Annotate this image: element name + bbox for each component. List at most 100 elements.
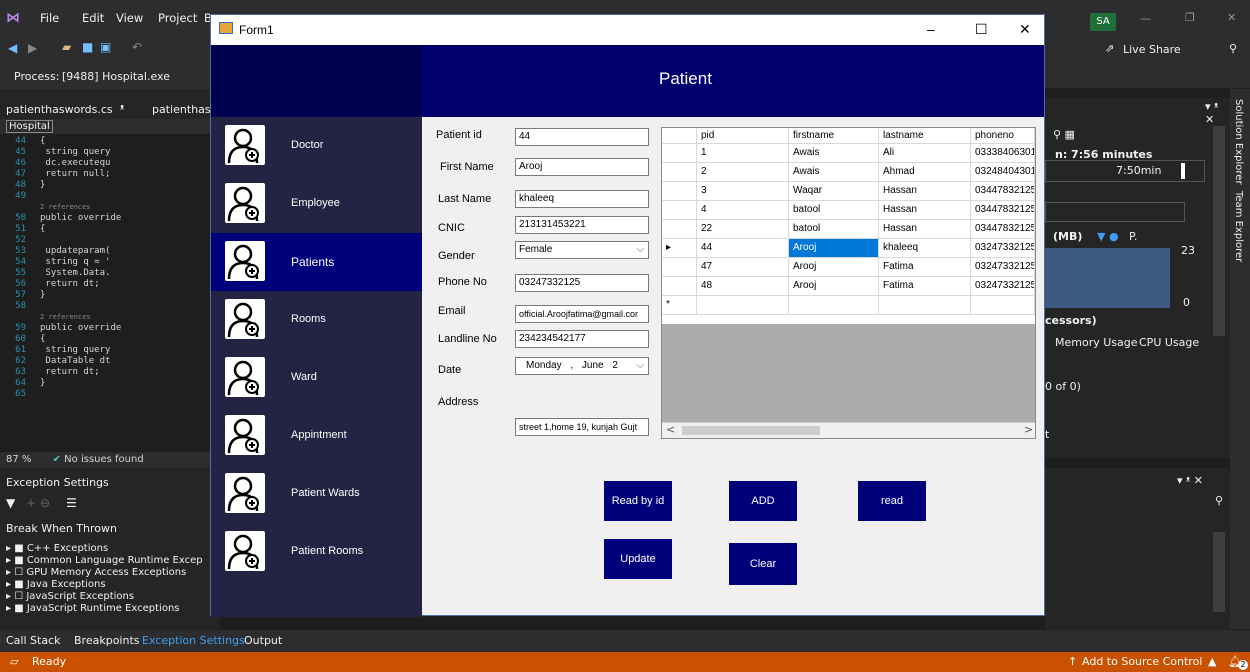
forward-icon[interactable]: ▶ bbox=[28, 41, 37, 55]
landline-input[interactable]: 234234542177 bbox=[515, 330, 649, 348]
grid-cell[interactable]: 03247332125 bbox=[971, 277, 1035, 296]
grid-row-header[interactable] bbox=[662, 220, 697, 239]
scroll-left-icon[interactable]: < bbox=[666, 423, 675, 436]
open-folder-icon[interactable]: ▰ bbox=[62, 40, 71, 54]
exception-item[interactable]: ▸ ■ Java Exceptions bbox=[6, 579, 216, 591]
pin-icon[interactable]: ᵜ bbox=[120, 102, 124, 115]
update-button[interactable]: Update bbox=[604, 539, 672, 579]
grid-cell[interactable]: Arooj bbox=[789, 239, 879, 258]
address-input[interactable]: street 1,home 19, kunjah Gujt bbox=[515, 418, 649, 436]
issues-status[interactable]: No issues found bbox=[64, 454, 144, 465]
project-node[interactable]: Hospital bbox=[6, 120, 53, 133]
grid-cell[interactable]: 3 bbox=[697, 182, 789, 201]
close-icon[interactable]: ✕ bbox=[1227, 11, 1236, 24]
grid-cell[interactable]: 03247332125 bbox=[971, 239, 1035, 258]
sidebar-item-rooms[interactable]: Rooms bbox=[211, 291, 422, 349]
grid-cell[interactable]: 22 bbox=[697, 220, 789, 239]
exception-checkbox-icon[interactable]: ▸ ■ bbox=[6, 603, 27, 614]
grid-cell[interactable]: 03447832125 bbox=[971, 182, 1035, 201]
grid-new-row-cell[interactable] bbox=[971, 296, 1035, 315]
timeline-bar[interactable]: 7:50min bbox=[1045, 160, 1205, 182]
tab-output[interactable]: Output bbox=[244, 634, 282, 647]
exception-checkbox-icon[interactable]: ▸ ■ bbox=[6, 555, 27, 566]
panel2-options-icon[interactable]: ▾ ᵜ ✕ bbox=[1177, 474, 1203, 487]
exception-checkbox-icon[interactable]: ▸ ■ bbox=[6, 579, 27, 590]
tab-cpu-usage[interactable]: CPU Usage bbox=[1139, 336, 1199, 349]
tab-call-stack[interactable]: Call Stack bbox=[6, 634, 60, 647]
menu-file[interactable]: File bbox=[40, 11, 59, 25]
team-explorer-tab[interactable]: Team Explorer bbox=[1233, 191, 1244, 262]
exception-checkbox-icon[interactable]: ▸ ☐ bbox=[6, 591, 26, 602]
restore-icon[interactable]: ❐ bbox=[1185, 11, 1195, 24]
last-name-input[interactable]: khaleeq bbox=[515, 190, 649, 208]
grid-cell[interactable]: Hassan bbox=[879, 220, 971, 239]
grid-cell[interactable]: Hassan bbox=[879, 201, 971, 220]
zoom-level[interactable]: 87 % bbox=[6, 454, 31, 465]
grid-cell[interactable]: 03248404301 bbox=[971, 163, 1035, 182]
exception-checkbox-icon[interactable]: ▸ ☐ bbox=[6, 567, 26, 578]
grid-new-row-header[interactable]: * bbox=[662, 296, 697, 315]
grid-column-header[interactable]: phoneno bbox=[971, 128, 1035, 144]
grid-row-header[interactable] bbox=[662, 258, 697, 277]
grid-cell[interactable]: 2 bbox=[697, 163, 789, 182]
form-minimize-icon[interactable]: – bbox=[927, 21, 935, 37]
back-icon[interactable]: ◀ bbox=[8, 41, 17, 55]
grid-new-row-cell[interactable] bbox=[789, 296, 879, 315]
grid-cell[interactable]: Fatima bbox=[879, 277, 971, 296]
diag-search-icon[interactable]: ⚲ ▦ bbox=[1053, 128, 1075, 141]
grid-cell[interactable]: 44 bbox=[697, 239, 789, 258]
exception-item[interactable]: ▸ ☐ JavaScript Exceptions bbox=[6, 591, 216, 603]
grid-row-header[interactable] bbox=[662, 277, 697, 296]
exception-item[interactable]: ▸ ■ C++ Exceptions bbox=[6, 543, 216, 555]
clear-button[interactable]: Clear bbox=[729, 543, 797, 585]
grid-cell[interactable]: Fatima bbox=[879, 258, 971, 277]
grid-cell[interactable]: Waqar bbox=[789, 182, 879, 201]
read-button[interactable]: read bbox=[858, 481, 926, 521]
grid-new-row-cell[interactable] bbox=[697, 296, 789, 315]
menu-view[interactable]: View bbox=[116, 11, 143, 25]
grid-cell[interactable]: 03247332125 bbox=[971, 258, 1035, 277]
grid-column-header[interactable]: lastname bbox=[879, 128, 971, 144]
exception-item[interactable]: ▸ ☐ GPU Memory Access Exceptions bbox=[6, 567, 216, 579]
grid-cell[interactable]: Arooj bbox=[789, 258, 879, 277]
exception-item[interactable]: ▸ ■ JavaScript Runtime Exceptions bbox=[6, 603, 216, 615]
sidebar-item-employee[interactable]: Employee bbox=[211, 175, 422, 233]
list-icon[interactable]: ☰ bbox=[66, 496, 77, 510]
add-icon[interactable]: + bbox=[26, 496, 36, 510]
sidebar-item-patients[interactable]: Patients bbox=[211, 233, 422, 291]
grid-cell[interactable]: Hassan bbox=[879, 182, 971, 201]
patients-grid[interactable]: pid firstname lastname phoneno 1 Awais Ali 0333… bbox=[661, 127, 1036, 439]
grid-cell[interactable]: 4 bbox=[697, 201, 789, 220]
grid-column-header[interactable]: pid bbox=[697, 128, 789, 144]
menu-edit[interactable]: Edit bbox=[82, 11, 104, 25]
grid-row-header[interactable] bbox=[662, 163, 697, 182]
cnic-input[interactable]: 213131453221 bbox=[515, 216, 649, 234]
grid-cell[interactable]: 03338406301 bbox=[971, 144, 1035, 163]
scroll-right-icon[interactable]: > bbox=[1024, 423, 1033, 436]
minimize-icon[interactable]: — bbox=[1140, 12, 1151, 25]
tab-exception-settings[interactable]: Exception Settings bbox=[142, 634, 245, 647]
panel2-scrollbar[interactable] bbox=[1213, 532, 1225, 612]
grid-cell[interactable]: Ahmad bbox=[879, 163, 971, 182]
solution-explorer-tab[interactable]: Solution Explorer bbox=[1233, 99, 1244, 185]
email-input[interactable]: official.Aroojfatima@gmail.cor bbox=[515, 305, 649, 323]
read-by-id-button[interactable]: Read by id bbox=[604, 481, 672, 521]
patient-id-input[interactable]: 44 bbox=[515, 128, 649, 146]
first-name-input[interactable]: Arooj bbox=[515, 158, 649, 176]
tab-breakpoints[interactable]: Breakpoints bbox=[74, 634, 140, 647]
form-close-icon[interactable]: ✕ bbox=[1019, 21, 1031, 38]
save-icon[interactable]: ■ bbox=[82, 40, 93, 54]
grid-row-header[interactable] bbox=[662, 144, 697, 163]
exception-checkbox-icon[interactable]: ▸ ■ bbox=[6, 543, 27, 554]
tab-patienthaswords[interactable]: patienthaswords.cs bbox=[6, 103, 113, 116]
grid-cell[interactable]: khaleeq bbox=[879, 239, 971, 258]
save-all-icon[interactable]: ▣ bbox=[100, 40, 111, 54]
grid-cell[interactable]: 47 bbox=[697, 258, 789, 277]
sidebar-item-ward[interactable]: Ward bbox=[211, 349, 422, 407]
grid-cell[interactable]: 48 bbox=[697, 277, 789, 296]
phone-input[interactable]: 03247332125 bbox=[515, 274, 649, 292]
panel2-search-icon[interactable]: ⚲ bbox=[1215, 494, 1223, 507]
grid-row-header[interactable]: ▸ bbox=[662, 239, 697, 258]
filter-icon[interactable]: ▼ bbox=[6, 496, 15, 510]
grid-row-header[interactable] bbox=[662, 201, 697, 220]
